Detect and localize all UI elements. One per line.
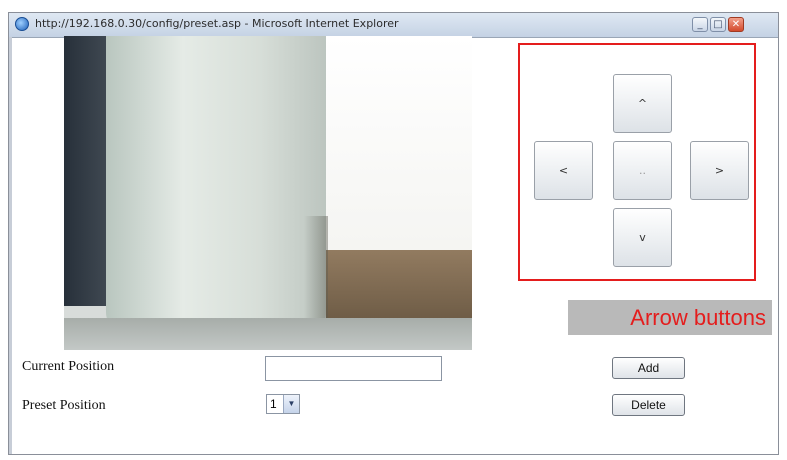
ie-icon xyxy=(15,17,29,31)
pan-right-button[interactable]: > xyxy=(690,141,749,200)
preset-position-value: 1 xyxy=(270,397,277,411)
camera-table xyxy=(64,318,472,350)
maximize-button[interactable]: □ xyxy=(710,17,726,32)
current-position-label: Current Position xyxy=(22,359,115,374)
camera-background xyxy=(314,36,472,266)
close-button[interactable]: ✕ xyxy=(728,17,744,32)
pan-down-button[interactable]: v xyxy=(613,208,672,267)
camera-shadow xyxy=(304,216,328,326)
pan-home-button[interactable]: .. xyxy=(613,141,672,200)
pan-left-button[interactable]: < xyxy=(534,141,593,200)
preset-position-label: Preset Position xyxy=(22,398,106,413)
arrow-buttons-highlight: ^ < .. > v xyxy=(518,43,756,281)
title-bar: http://192.168.0.30/config/preset.asp - … xyxy=(9,13,778,38)
camera-box xyxy=(326,250,472,320)
pan-up-button[interactable]: ^ xyxy=(613,74,672,133)
camera-cup xyxy=(106,36,326,336)
minimize-button[interactable]: _ xyxy=(692,17,708,32)
add-button[interactable]: Add xyxy=(612,357,685,379)
arrow-buttons-callout: Arrow buttons xyxy=(568,300,772,335)
chevron-down-icon[interactable]: ▼ xyxy=(283,395,299,413)
delete-button[interactable]: Delete xyxy=(612,394,685,416)
preset-position-select[interactable]: 1 ▼ xyxy=(266,394,300,414)
current-position-input[interactable] xyxy=(265,356,442,381)
window-title: http://192.168.0.30/config/preset.asp - … xyxy=(35,17,399,30)
window-left-border xyxy=(9,37,12,454)
camera-view xyxy=(64,36,472,350)
